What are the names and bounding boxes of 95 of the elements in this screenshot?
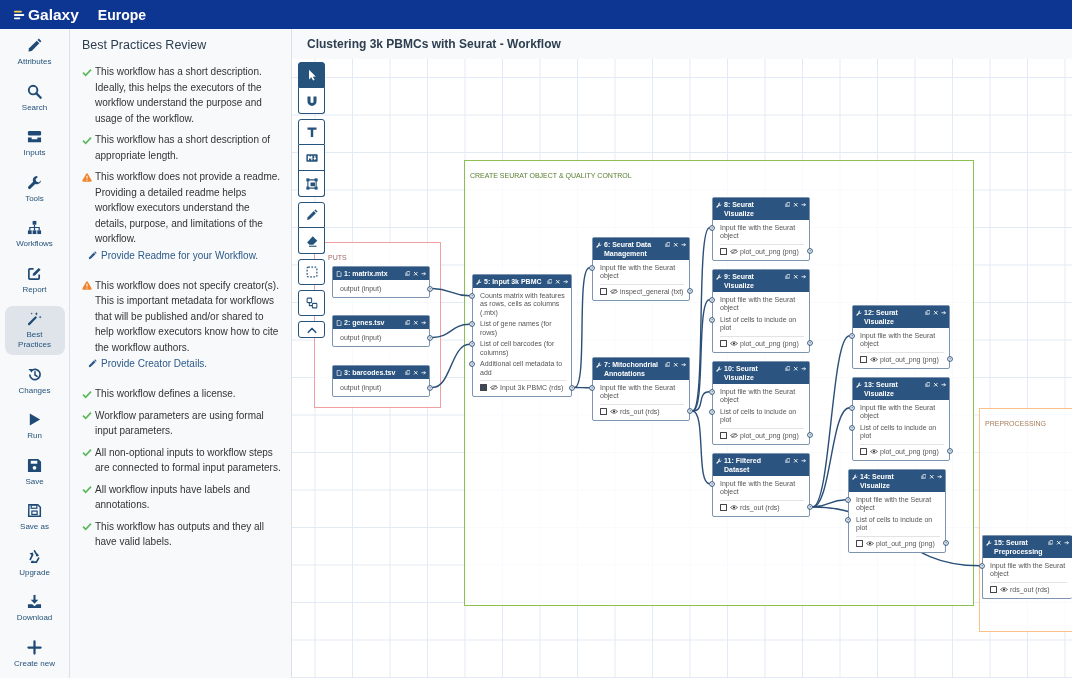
sitemap-icon (27, 220, 42, 235)
warning-icon (82, 281, 92, 290)
dashed-square-icon (305, 266, 318, 278)
review-message: This workflow does not provide a readme. Providing a detailed readme helps workflow executors understand the details, purpose, and limitations of the workflow. (95, 170, 282, 246)
close-icon[interactable] (412, 319, 418, 326)
activity-bar-item[interactable]: Create new (4, 634, 65, 674)
magic-wand-icon (27, 311, 42, 326)
panel-title: Best Practices Review (82, 37, 208, 53)
activity-bar-item[interactable]: Changes (4, 361, 65, 401)
search-icon (27, 83, 42, 99)
copy-icon[interactable] (404, 270, 410, 277)
plus-icon (27, 639, 42, 655)
review-message: All workflow inputs have labels and annotations. (95, 482, 252, 512)
review-message: Workflow parameters are using formal input parameters. (95, 408, 265, 438)
activity-bar-item[interactable]: Tools (4, 169, 65, 209)
check-icon (82, 411, 92, 420)
review-message: This workflow does not specify creator(s). This is important metadata for workflows that will be published and/or shared to help workflow executors know how to cite the workflow authors. (95, 278, 280, 355)
review-message: All non-optional inputs to workflow steps are connected to formal input parameters. (95, 445, 282, 475)
close-icon[interactable] (1055, 539, 1061, 546)
recycle-icon (27, 548, 42, 564)
eraser-tool-button[interactable] (298, 228, 325, 254)
review-message: This workflow has a short description. Ideally, this helps the executors of the workflow understand the purpose and usage of the workflow. (95, 65, 263, 126)
arrow-right-icon[interactable] (420, 319, 426, 326)
copy-icon[interactable] (404, 319, 410, 326)
action-link[interactable]: Provide Creator Details. (88, 358, 208, 369)
download-icon (27, 594, 42, 609)
pencil-icon (305, 209, 318, 221)
check-icon (82, 485, 92, 494)
text-tool-icon (305, 126, 318, 138)
copy-icon[interactable] (404, 369, 410, 376)
file-icon (336, 369, 342, 376)
review-message: This workflow has outputs and they all have valid labels. (95, 519, 265, 549)
pencil-tool-button[interactable] (298, 202, 325, 228)
frame-tool-icon (305, 177, 318, 190)
history-icon (27, 366, 42, 382)
copy-icon[interactable] (784, 201, 790, 208)
tray-icon (27, 129, 42, 144)
pointer-tool-button[interactable] (298, 62, 325, 88)
pencil-icon (88, 250, 97, 260)
activity-bar-item[interactable]: Attributes (4, 33, 65, 72)
warning-icon (82, 172, 92, 182)
eye-icon[interactable] (999, 586, 1008, 592)
activity-bar-item[interactable]: Download (4, 589, 65, 628)
check-icon (82, 522, 92, 531)
box-select-tool-button[interactable] (298, 259, 325, 285)
text-tool-button[interactable] (298, 119, 325, 145)
check-icon (82, 67, 92, 77)
activity-bar-item[interactable]: Best Practices (4, 306, 65, 355)
action-link[interactable]: Provide Readme for your Workflow. (88, 249, 259, 261)
close-icon[interactable] (412, 270, 418, 277)
activity-bar-item[interactable]: Inputs (4, 124, 65, 163)
activity-bar-item[interactable]: Upgrade (4, 543, 65, 583)
brand-link[interactable]: Galaxy (14, 5, 79, 24)
check-icon (82, 448, 92, 457)
site-name: Europe (97, 6, 147, 23)
auto-layout-icon (305, 297, 318, 309)
review-message: This workflow has a short description of appropriate length. (95, 133, 272, 163)
check-icon (82, 389, 92, 399)
review-message: This workflow defines a license. (95, 387, 236, 401)
magnet-icon (305, 94, 318, 107)
activity-bar-item[interactable]: Workflows (4, 215, 65, 254)
activity-bar-item[interactable]: Run (4, 407, 65, 446)
connector-icon[interactable] (979, 562, 985, 569)
arrow-right-icon[interactable] (800, 201, 806, 208)
close-icon[interactable] (412, 369, 418, 376)
play-icon (27, 412, 42, 427)
auto-layout-button[interactable] (298, 290, 325, 316)
activity-bar-item[interactable]: Save (4, 452, 65, 492)
activity-bar-item[interactable]: Report (4, 260, 65, 300)
wrench-icon (716, 201, 722, 208)
markdown-tool-button[interactable] (298, 145, 325, 171)
eraser-icon (305, 234, 318, 247)
logo-icon (14, 9, 25, 20)
file-icon (336, 270, 342, 277)
wrench-icon (986, 539, 992, 546)
activity-bar-item[interactable]: Save as (4, 498, 65, 537)
copy-icon[interactable] (1047, 539, 1053, 546)
workflow-title: Clustering 3k PBMCs with Seurat - Workflow (292, 29, 1072, 59)
arrow-right-icon[interactable] (420, 369, 426, 376)
pencil-icon (27, 38, 42, 53)
wrench-icon (27, 174, 42, 190)
collapse-toolbar-button[interactable] (298, 321, 325, 338)
activity-bar-item[interactable]: Search (4, 78, 65, 118)
file-icon (336, 319, 342, 326)
close-icon[interactable] (792, 201, 798, 208)
pencil-icon (88, 359, 97, 368)
edit-icon (27, 265, 42, 281)
output-checkbox[interactable] (990, 585, 997, 593)
markdown-icon (305, 151, 318, 164)
check-icon (82, 135, 92, 145)
frame-tool-button[interactable] (298, 171, 325, 197)
arrow-right-icon[interactable] (420, 270, 426, 277)
floppy-disk-outline-icon (27, 503, 42, 518)
magnet-tool-button[interactable] (298, 88, 325, 114)
arrow-right-icon[interactable] (1063, 539, 1069, 546)
